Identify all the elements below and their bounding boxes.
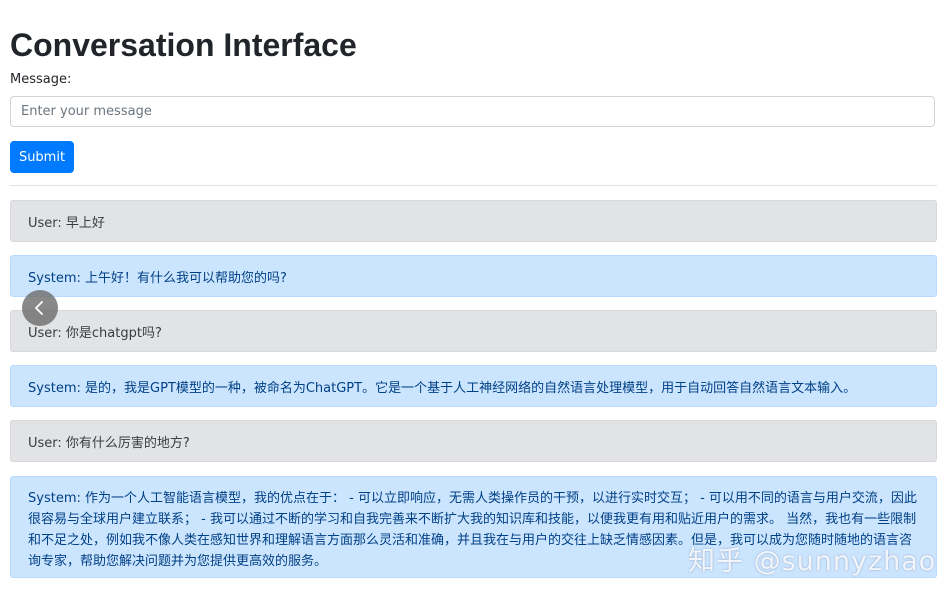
message-system: System: 上午好！有什么我可以帮助您的吗? [10, 255, 937, 297]
message-text: User: 早上好 [28, 215, 105, 231]
message-text: User: 你有什么厉害的地方? [28, 435, 190, 451]
message-label: Message: [10, 72, 72, 87]
chevron-left-icon [35, 301, 43, 315]
page-title: Conversation Interface [10, 27, 357, 63]
page: Conversation Interface Message: Submit U… [0, 0, 944, 602]
message-text: System: 上午好！有什么我可以帮助您的吗? [28, 270, 287, 286]
message-text: User: 你是chatgpt吗? [28, 325, 162, 341]
watermark: 知乎 @sunnyzhao [688, 546, 937, 577]
divider [10, 185, 937, 186]
message-user: User: 早上好 [10, 200, 937, 242]
message-input[interactable] [10, 96, 935, 127]
message-text: System: 是的，我是GPT模型的一种，被命名为ChatGPT。它是一个基于… [28, 380, 857, 396]
previous-button[interactable] [22, 290, 58, 326]
message-user: User: 你是chatgpt吗? [10, 310, 937, 352]
submit-button[interactable]: Submit [10, 141, 74, 173]
message-system: System: 是的，我是GPT模型的一种，被命名为ChatGPT。它是一个基于… [10, 365, 937, 407]
message-user: User: 你有什么厉害的地方? [10, 420, 937, 462]
